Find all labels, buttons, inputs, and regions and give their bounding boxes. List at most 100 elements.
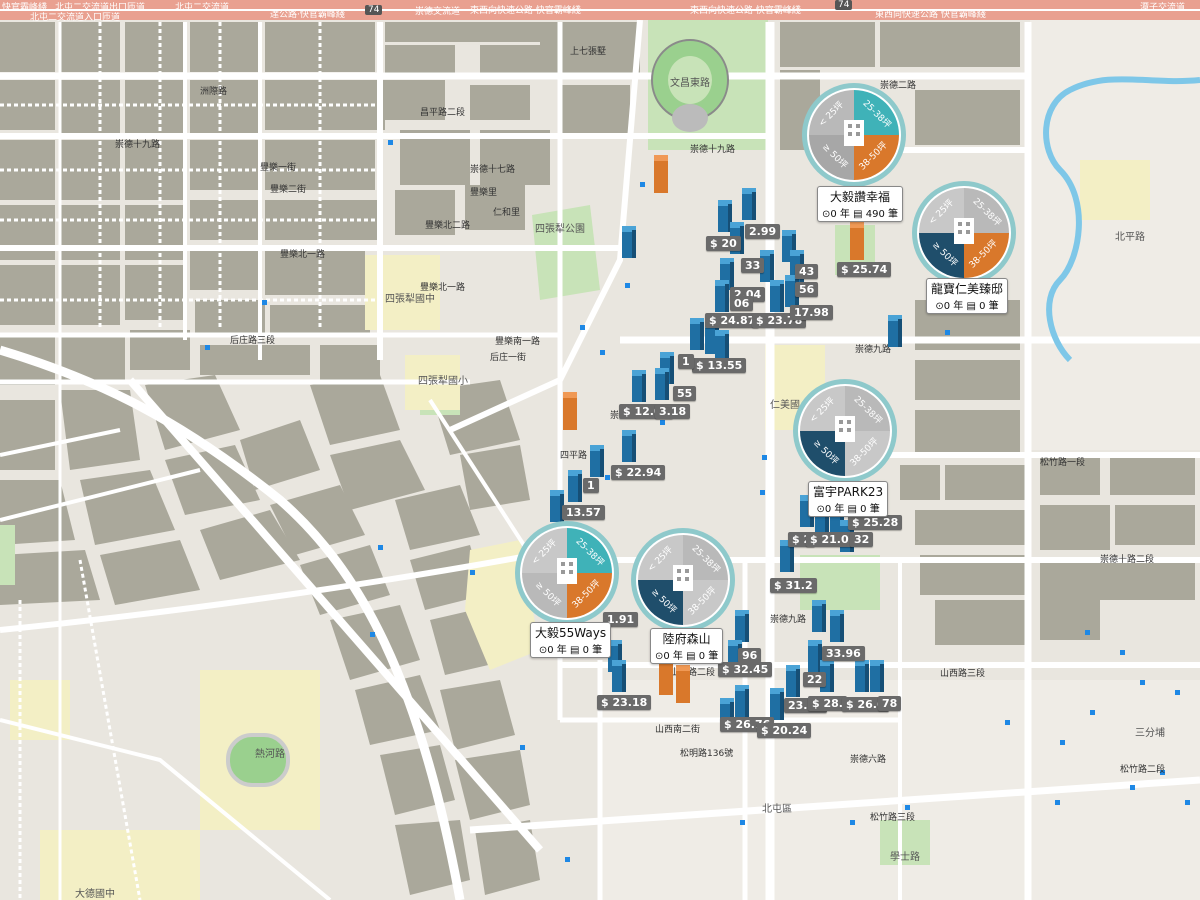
price-tag[interactable]: 32	[850, 532, 874, 547]
street-label: 豐樂南一路	[495, 337, 541, 347]
property-tower[interactable]	[655, 368, 669, 400]
cluster-name: 大毅讚幸福	[829, 190, 890, 204]
building-icon	[844, 120, 864, 146]
price-tag[interactable]: 56	[795, 282, 819, 297]
price-tag[interactable]: $ 32.45	[718, 662, 773, 677]
landmark-building[interactable]	[652, 155, 670, 193]
highway-label-5: 達公路·快官霸峰綫	[270, 10, 345, 20]
place-label: 大德國中	[75, 889, 115, 900]
property-tower[interactable]	[612, 660, 626, 692]
price-tag[interactable]: 43	[795, 264, 819, 279]
street-label: 崇德十路二段	[1100, 555, 1155, 565]
street-label: 崇德六路	[850, 755, 887, 765]
price-tag[interactable]: 06	[730, 296, 754, 311]
property-tower[interactable]	[690, 318, 704, 350]
price-tag[interactable]: $ 20	[706, 236, 741, 251]
property-tower[interactable]	[622, 430, 636, 462]
place-label: 四張犁國小	[418, 376, 468, 387]
price-tag[interactable]: 96	[738, 648, 762, 663]
price-tag[interactable]: $ 23.18	[597, 695, 652, 710]
place-label: 學士路	[890, 852, 920, 863]
price-tag[interactable]: 13.57	[562, 505, 605, 520]
cluster-pie: 25-38坪 38-50坪 ≥ 50坪 < 25坪	[912, 181, 1016, 285]
cluster-pie: 25-38坪 38-50坪 ≥ 50坪 < 25坪	[793, 379, 897, 483]
price-tag[interactable]: $ 22.94	[611, 465, 666, 480]
property-tower[interactable]	[770, 688, 784, 720]
street-label: 豐樂二街	[270, 185, 307, 195]
cluster-marker-daiyi-55[interactable]: 25-38坪 38-50坪 ≥ 50坪 < 25坪	[514, 520, 620, 626]
place-label: 北屯區	[762, 804, 792, 815]
price-tag[interactable]: $ 25.28	[848, 515, 903, 530]
place-label: 熱河路	[255, 749, 285, 760]
cluster-label[interactable]: 大毅55Ways ⊙0 年 ▤ 0 筆	[530, 622, 612, 658]
cluster-marker-fuyu[interactable]: 25-38坪 38-50坪 ≥ 50坪 < 25坪	[792, 378, 898, 484]
place-label: 四張犁國中	[385, 294, 435, 305]
property-tower[interactable]	[590, 445, 604, 477]
price-tag[interactable]: 1	[583, 478, 599, 493]
cluster-label[interactable]: 富宇PARK23 ⊙0 年 ▤ 0 筆	[808, 481, 889, 517]
street-label: 崇德十九路	[115, 140, 161, 150]
cluster-label[interactable]: 大毅讚幸福 ⊙0 年 ▤ 490 筆	[817, 186, 903, 222]
street-label: 崇德十九路	[690, 145, 736, 155]
building-icon	[954, 218, 974, 244]
price-tag[interactable]: $ 25.74	[837, 262, 892, 277]
property-tower[interactable]	[855, 660, 869, 692]
price-tag[interactable]: 17.98	[790, 305, 833, 320]
property-tower[interactable]	[715, 280, 729, 312]
property-tower[interactable]	[870, 660, 884, 692]
price-tag[interactable]: $ 21.0	[806, 532, 853, 547]
price-tag[interactable]: $ 31.2	[770, 578, 817, 593]
property-tower[interactable]	[735, 610, 749, 642]
highway-label-8: 東西向快速公路·快官霸峰綫	[690, 6, 801, 16]
cluster-marker-lufu[interactable]: 25-38坪 38-50坪 ≥ 50坪 < 25坪	[630, 527, 736, 633]
cluster-name: 陸府森山	[662, 632, 711, 646]
highway-label-9: 東西向快速公路 快官霸峰綫	[875, 10, 986, 20]
route-74-badge-2: 74	[835, 0, 853, 10]
cluster-marker-longbao[interactable]: 25-38坪 38-50坪 ≥ 50坪 < 25坪	[911, 180, 1017, 286]
price-tag[interactable]: 78	[878, 696, 902, 711]
property-tower[interactable]	[735, 685, 749, 717]
price-tag[interactable]: 33	[741, 258, 765, 273]
price-tag[interactable]: 1	[678, 354, 694, 369]
property-tower[interactable]	[888, 315, 902, 347]
property-tower[interactable]	[770, 280, 784, 312]
street-label: 山西路三段	[940, 669, 986, 679]
highway-label-3: 北屯二交流道入口匝道	[30, 13, 121, 23]
highway-label-10: 潭子交流道	[1140, 3, 1186, 13]
street-label: 崇德九路	[770, 615, 807, 625]
landmark-building[interactable]	[561, 392, 579, 430]
street-label: 洲際路	[200, 87, 228, 97]
landmark-building[interactable]	[674, 665, 692, 703]
property-tower[interactable]	[568, 470, 582, 502]
cluster-label[interactable]: 龍寶仁美臻邸 ⊙0 年 ▤ 0 筆	[926, 278, 1009, 314]
school-track	[226, 733, 290, 787]
property-tower[interactable]	[812, 600, 826, 632]
cluster-name: 龍寶仁美臻邸	[931, 282, 1004, 296]
property-tower[interactable]	[715, 330, 729, 362]
street-label: 松竹路一段	[1040, 458, 1086, 468]
cluster-pie: 25-38坪 38-50坪 ≥ 50坪 < 25坪	[802, 83, 906, 187]
price-tag[interactable]: $ 13.55	[692, 358, 747, 373]
route-74-badge: 74	[365, 5, 383, 15]
price-tag[interactable]: 3.18	[655, 404, 691, 419]
building-icon	[673, 565, 693, 591]
price-tag[interactable]: 55	[673, 386, 697, 401]
price-tag[interactable]: 2.99	[745, 224, 781, 239]
property-tower[interactable]	[742, 188, 756, 220]
place-label: 三分埔	[1135, 728, 1165, 739]
price-tag[interactable]: $ 20.24	[757, 723, 812, 738]
landmark-building[interactable]	[848, 222, 866, 260]
place-label: 文昌東路	[670, 78, 710, 89]
property-tower[interactable]	[830, 610, 844, 642]
price-tag[interactable]: 22	[803, 672, 827, 687]
street-label: 山西南二街	[655, 725, 701, 735]
street-label: 松明路136號	[680, 749, 734, 759]
cluster-marker-daiyi-zan[interactable]: 25-38坪 38-50坪 ≥ 50坪 < 25坪	[801, 82, 907, 188]
price-tag[interactable]: 33.96	[822, 646, 865, 661]
street-label: 豐樂北一路	[280, 250, 326, 260]
property-tower[interactable]	[622, 226, 636, 258]
cluster-stats: ⊙0 年 ▤ 0 筆	[935, 301, 999, 312]
property-tower[interactable]	[786, 665, 800, 697]
property-tower[interactable]	[632, 370, 646, 402]
cluster-label[interactable]: 陸府森山 ⊙0 年 ▤ 0 筆	[650, 628, 724, 664]
